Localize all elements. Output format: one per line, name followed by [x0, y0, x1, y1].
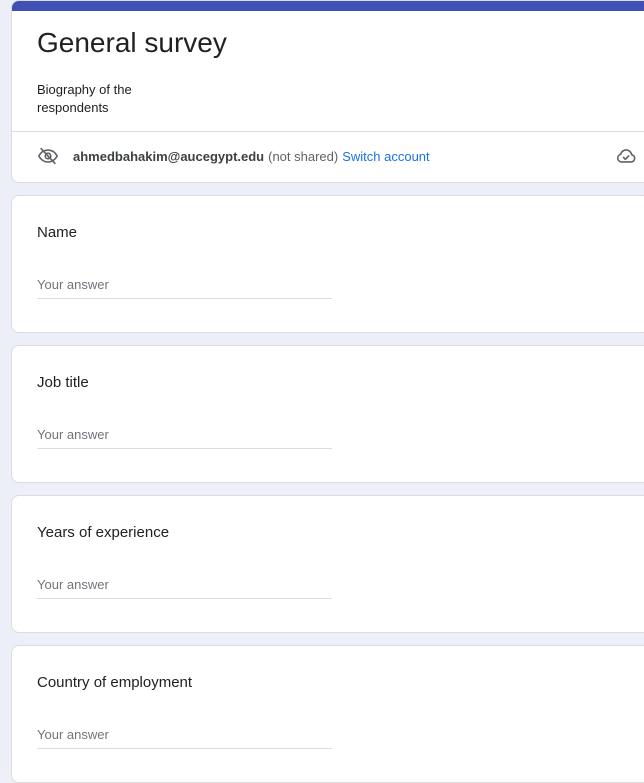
form-title: General survey — [37, 27, 227, 58]
account-row: ahmedbahakim@aucegypt.edu (not shared) S… — [37, 145, 644, 167]
question-label: Years of experience — [37, 524, 170, 541]
question-label: Country of employment — [37, 674, 193, 691]
name-input[interactable] — [37, 271, 332, 299]
question-card-country-of-employment: Country of employment — [11, 645, 644, 783]
job-title-input[interactable] — [37, 421, 332, 449]
cloud-check-icon — [615, 145, 637, 167]
shared-status: (not shared) — [268, 148, 339, 164]
question-card-job-title: Job title — [11, 345, 644, 483]
eye-off-icon — [37, 145, 59, 167]
form-description: Biography of the respondents — [37, 82, 132, 115]
question-label: Name — [37, 224, 78, 241]
question-label: Job title — [37, 374, 89, 391]
form-header-card: General survey Biography of the responde… — [11, 0, 644, 183]
country-of-employment-input[interactable] — [37, 721, 332, 749]
question-card-name: Name — [11, 195, 644, 333]
header-accent-stripe — [12, 1, 644, 11]
account-email: ahmedbahakim@aucegypt.edu — [73, 148, 265, 164]
header-divider — [12, 131, 644, 132]
switch-account-link[interactable]: Switch account — [342, 149, 429, 164]
question-card-years-of-experience: Years of experience — [11, 495, 644, 633]
form-page: General survey Biography of the responde… — [0, 0, 644, 783]
years-of-experience-input[interactable] — [37, 571, 332, 599]
